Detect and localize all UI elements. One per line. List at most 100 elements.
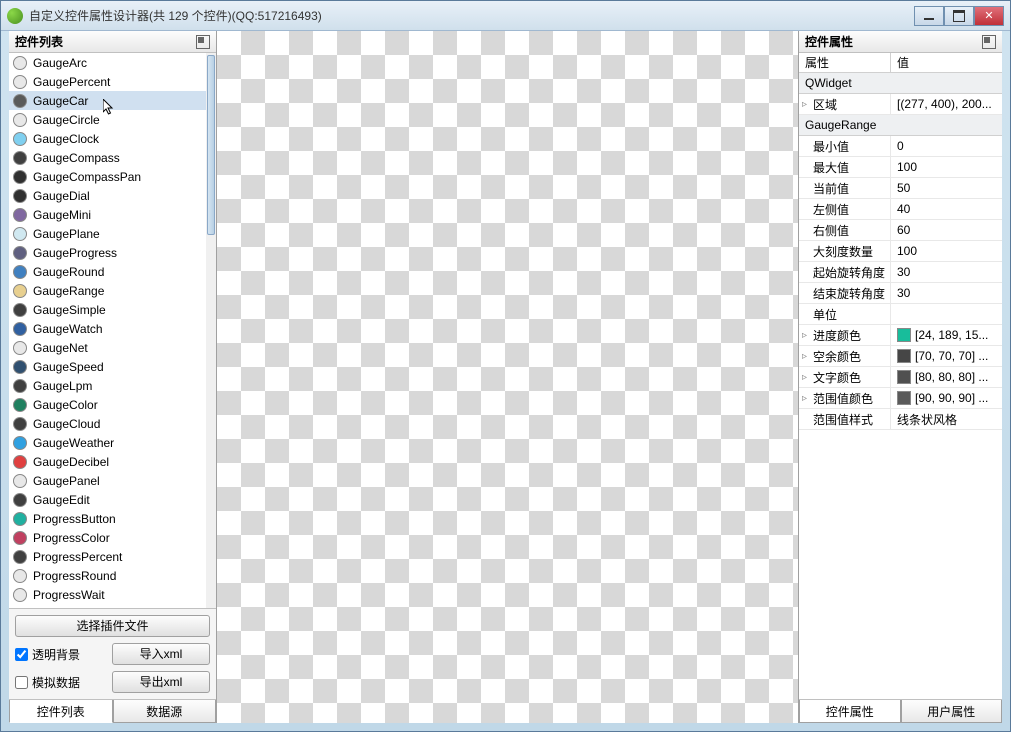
list-item[interactable]: GaugeDecibel <box>9 452 206 471</box>
property-row[interactable]: 大刻度数量100 <box>799 241 1002 262</box>
list-item[interactable]: GaugeCar <box>9 91 206 110</box>
transparent-bg-input[interactable] <box>15 648 28 661</box>
gauge-icon <box>13 455 27 469</box>
prop-value[interactable]: 60 <box>891 220 1002 240</box>
list-item[interactable]: GaugePanel <box>9 471 206 490</box>
import-xml-button[interactable]: 导入xml <box>112 643 210 665</box>
prop-value[interactable]: 100 <box>891 157 1002 177</box>
gauge-icon <box>13 151 27 165</box>
list-item[interactable]: GaugeArc <box>9 53 206 72</box>
list-item[interactable]: GaugeDial <box>9 186 206 205</box>
gauge-icon <box>13 265 27 279</box>
property-row[interactable]: 文字颜色[80, 80, 80] ... <box>799 367 1002 388</box>
list-item[interactable]: ProgressButton <box>9 509 206 528</box>
property-row[interactable]: 范围值颜色[90, 90, 90] ... <box>799 388 1002 409</box>
list-item[interactable]: ProgressColor <box>9 528 206 547</box>
mock-data-checkbox[interactable]: 模拟数据 <box>15 674 104 691</box>
scrollbar-thumb[interactable] <box>207 55 215 235</box>
gauge-icon <box>13 208 27 222</box>
prop-value[interactable]: [(277, 400), 200... <box>891 94 1002 114</box>
prop-range-style[interactable]: 范围值样式 线条状风格 <box>799 409 1002 430</box>
list-item[interactable]: GaugeWatch <box>9 319 206 338</box>
left-panel: 控件列表 GaugeArcGaugePercentGaugeCarGaugeCi… <box>9 31 217 723</box>
list-item[interactable]: ProgressRound <box>9 566 206 585</box>
property-row[interactable]: 起始旋转角度30 <box>799 262 1002 283</box>
prop-region[interactable]: 区域 [(277, 400), 200... <box>799 94 1002 115</box>
list-item[interactable]: GaugeClock <box>9 129 206 148</box>
prop-value[interactable]: 线条状风格 <box>891 409 1002 429</box>
gauge-icon <box>13 474 27 488</box>
list-item[interactable]: GaugeCompass <box>9 148 206 167</box>
prop-value[interactable]: 50 <box>891 178 1002 198</box>
group-qwidget[interactable]: QWidget <box>799 73 1002 94</box>
close-button[interactable] <box>974 6 1004 26</box>
prop-label: 范围值样式 <box>799 409 891 429</box>
tab-data-source[interactable]: 数据源 <box>113 700 217 723</box>
list-item[interactable]: GaugeRound <box>9 262 206 281</box>
prop-value[interactable]: 40 <box>891 199 1002 219</box>
group-gaugerange[interactable]: GaugeRange <box>799 115 1002 136</box>
list-item[interactable]: GaugeWeather <box>9 433 206 452</box>
undock-icon[interactable] <box>982 35 996 49</box>
list-item[interactable]: GaugeColor <box>9 395 206 414</box>
tab-user-props[interactable]: 用户属性 <box>901 700 1003 723</box>
maximize-button[interactable] <box>944 6 974 26</box>
prop-value[interactable]: 30 <box>891 283 1002 303</box>
list-item[interactable]: GaugeNet <box>9 338 206 357</box>
tab-control-props[interactable]: 控件属性 <box>799 700 901 723</box>
mock-data-input[interactable] <box>15 676 28 689</box>
prop-value[interactable]: [90, 90, 90] ... <box>891 388 1002 408</box>
list-item[interactable]: GaugeCloud <box>9 414 206 433</box>
gauge-icon <box>13 189 27 203</box>
prop-value[interactable]: 0 <box>891 136 1002 156</box>
property-row[interactable]: 当前值50 <box>799 178 1002 199</box>
color-swatch <box>897 328 911 342</box>
vertical-scrollbar[interactable] <box>206 53 216 608</box>
property-row[interactable]: 最大值100 <box>799 157 1002 178</box>
list-item[interactable]: GaugeCircle <box>9 110 206 129</box>
property-row[interactable]: 结束旋转角度30 <box>799 283 1002 304</box>
list-item[interactable]: GaugeEdit <box>9 490 206 509</box>
property-row[interactable]: 单位 <box>799 304 1002 325</box>
list-item[interactable]: GaugeRange <box>9 281 206 300</box>
list-item[interactable]: GaugeMini <box>9 205 206 224</box>
color-value-text: [24, 189, 15... <box>915 328 988 342</box>
export-xml-button[interactable]: 导出xml <box>112 671 210 693</box>
list-item[interactable]: GaugeCompassPan <box>9 167 206 186</box>
undock-icon[interactable] <box>196 35 210 49</box>
property-row[interactable]: 右侧值60 <box>799 220 1002 241</box>
list-item-label: GaugeCompassPan <box>33 170 141 184</box>
list-item-label: ProgressButton <box>33 512 116 526</box>
property-row[interactable]: 左侧值40 <box>799 199 1002 220</box>
property-row[interactable]: 最小值0 <box>799 136 1002 157</box>
list-item[interactable]: GaugeSpeed <box>9 357 206 376</box>
design-canvas[interactable] <box>217 31 798 723</box>
list-item[interactable]: GaugePercent <box>9 72 206 91</box>
list-item[interactable]: GaugePlane <box>9 224 206 243</box>
prop-label: 大刻度数量 <box>799 241 891 261</box>
gauge-icon <box>13 512 27 526</box>
list-item[interactable]: GaugeLpm <box>9 376 206 395</box>
list-item-label: GaugeDecibel <box>33 455 109 469</box>
gauge-icon <box>13 493 27 507</box>
property-row[interactable]: 空余颜色[70, 70, 70] ... <box>799 346 1002 367</box>
prop-value[interactable] <box>891 304 1002 324</box>
property-row[interactable]: 进度颜色 [24, 189, 15... <box>799 325 1002 346</box>
list-item-label: GaugeSpeed <box>33 360 104 374</box>
tab-control-list[interactable]: 控件列表 <box>9 700 113 723</box>
list-item-label: GaugePlane <box>33 227 100 241</box>
prop-value[interactable]: [80, 80, 80] ... <box>891 367 1002 387</box>
gauge-icon <box>13 550 27 564</box>
list-item[interactable]: GaugeProgress <box>9 243 206 262</box>
prop-value[interactable]: [24, 189, 15... <box>891 325 1002 345</box>
list-item[interactable]: ProgressWait <box>9 585 206 604</box>
prop-value[interactable]: 100 <box>891 241 1002 261</box>
minimize-button[interactable] <box>914 6 944 26</box>
select-plugin-button[interactable]: 选择插件文件 <box>15 615 210 637</box>
list-item[interactable]: ProgressPercent <box>9 547 206 566</box>
transparent-bg-checkbox[interactable]: 透明背景 <box>15 646 104 663</box>
prop-value[interactable]: [70, 70, 70] ... <box>891 346 1002 366</box>
prop-value[interactable]: 30 <box>891 262 1002 282</box>
prop-label: 进度颜色 <box>799 325 891 345</box>
list-item[interactable]: GaugeSimple <box>9 300 206 319</box>
